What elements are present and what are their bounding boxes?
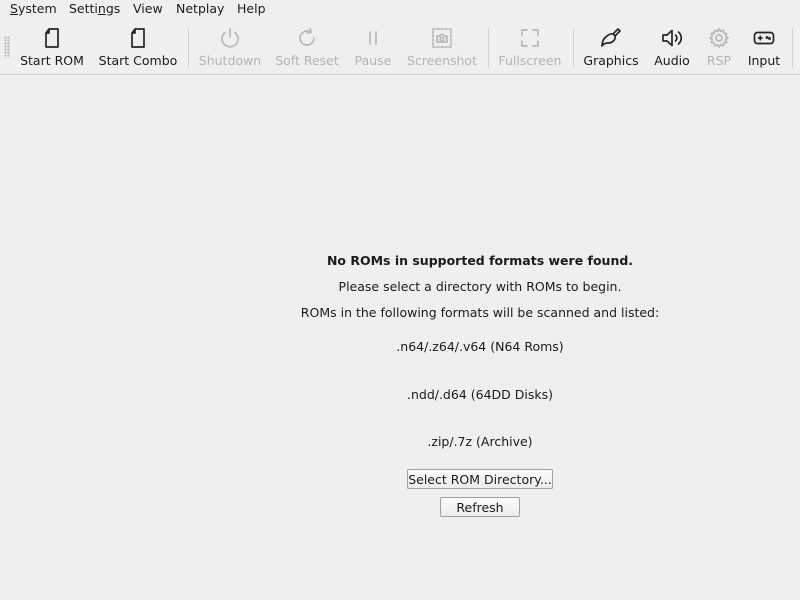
refresh-icon <box>295 26 319 50</box>
menu-help[interactable]: Help <box>237 1 266 17</box>
input-label: Input <box>747 53 781 68</box>
fullscreen-button[interactable]: Fullscreen <box>496 18 564 74</box>
file-icon <box>40 26 64 50</box>
fullscreen-icon <box>518 26 542 50</box>
empty-state-instruction: Please select a directory with ROMs to b… <box>338 279 622 294</box>
pause-label: Pause <box>354 53 392 68</box>
toolbar: Start ROM Start Combo Shutdown Soft Rese… <box>0 18 800 75</box>
toolbar-separator <box>792 28 793 68</box>
soft-reset-label: Soft Reset <box>275 53 339 68</box>
menu-view[interactable]: View <box>133 1 163 17</box>
input-button[interactable]: Input <box>742 18 786 74</box>
shutdown-button[interactable]: Shutdown <box>196 18 264 74</box>
start-rom-label: Start ROM <box>20 53 84 68</box>
start-rom-button[interactable]: Start ROM <box>18 18 86 74</box>
select-rom-directory-button[interactable]: Select ROM Directory... <box>407 469 553 489</box>
power-icon <box>218 26 242 50</box>
format-n64: .n64/.z64/.v64 (N64 Roms) <box>396 339 564 354</box>
toolbar-grip[interactable] <box>4 36 10 58</box>
refresh-button[interactable]: Refresh <box>440 497 520 517</box>
gamepad-icon <box>752 26 776 50</box>
fullscreen-label: Fullscreen <box>498 53 562 68</box>
pause-button[interactable]: Pause <box>348 18 398 74</box>
supported-formats-intro: ROMs in the following formats will be sc… <box>300 305 660 320</box>
menu-bar: System Settings View Netplay Help <box>0 0 800 18</box>
start-combo-label: Start Combo <box>98 53 178 68</box>
graphics-button[interactable]: Graphics <box>581 18 641 74</box>
audio-label: Audio <box>654 53 690 68</box>
empty-state-heading: No ROMs in supported formats were found. <box>326 253 634 268</box>
rsp-label: RSP <box>706 53 732 68</box>
menu-system[interactable]: System <box>10 1 57 17</box>
shutdown-label: Shutdown <box>198 53 262 68</box>
speaker-icon <box>660 26 684 50</box>
format-archive: .zip/.7z (Archive) <box>427 434 533 449</box>
soft-reset-button[interactable]: Soft Reset <box>272 18 342 74</box>
rsp-button[interactable]: RSP <box>700 18 738 74</box>
menu-netplay[interactable]: Netplay <box>176 1 224 17</box>
screenshot-button[interactable]: Screenshot <box>404 18 480 74</box>
pause-icon <box>361 26 385 50</box>
screenshot-label: Screenshot <box>407 53 477 68</box>
file-icon <box>126 26 150 50</box>
toolbar-separator <box>188 28 189 68</box>
menu-settings[interactable]: Settings <box>69 1 120 17</box>
format-64dd: .ndd/.d64 (64DD Disks) <box>406 387 553 402</box>
start-combo-button[interactable]: Start Combo <box>96 18 180 74</box>
toolbar-separator <box>488 28 489 68</box>
graphics-label: Graphics <box>583 53 639 68</box>
audio-button[interactable]: Audio <box>648 18 696 74</box>
brush-icon <box>599 26 623 50</box>
toolbar-separator <box>573 28 574 68</box>
screenshot-icon <box>430 26 454 50</box>
gear-icon <box>707 26 731 50</box>
